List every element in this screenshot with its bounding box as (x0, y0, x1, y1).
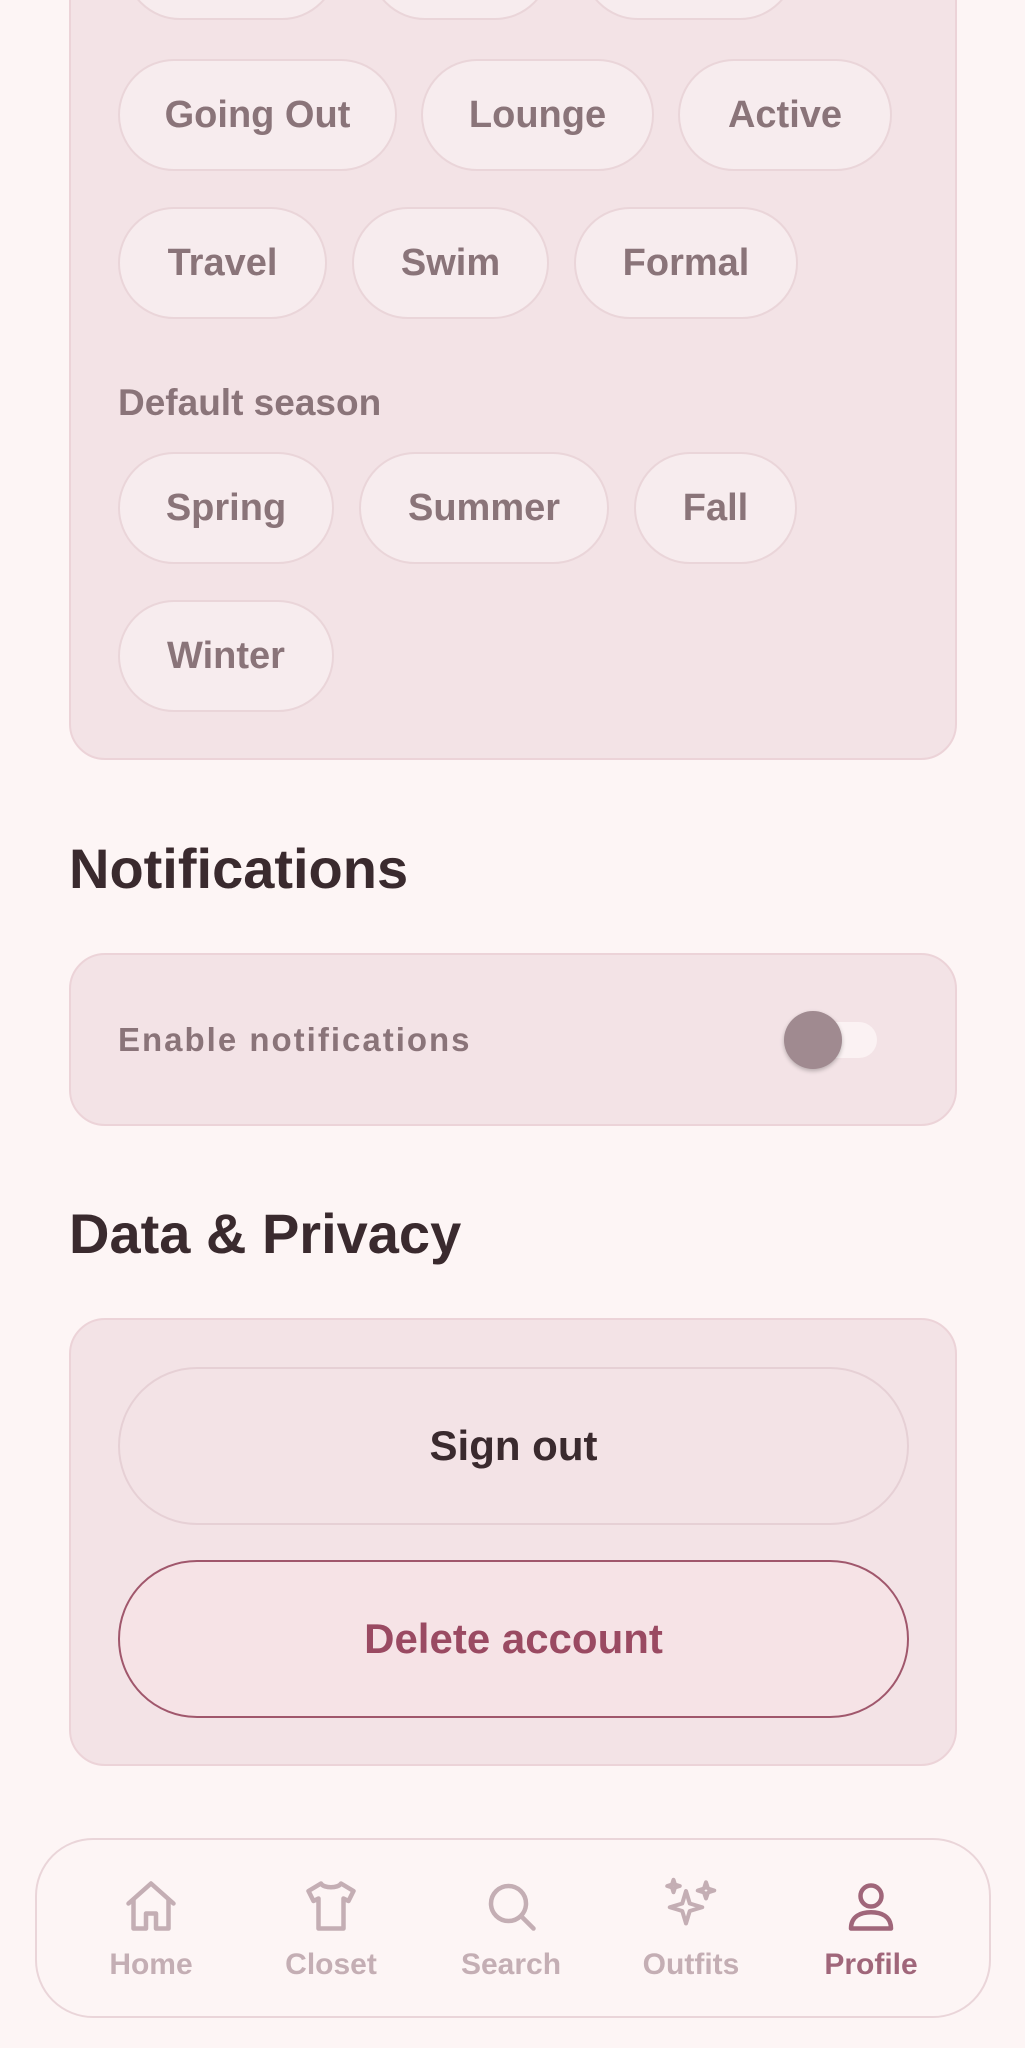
chip-fall[interactable]: Fall (634, 452, 797, 564)
chip-formal[interactable]: Formal (574, 207, 798, 319)
sparkles-icon (665, 1877, 717, 1926)
nav-profile[interactable]: Profile (791, 1876, 951, 2006)
shirt-icon (306, 1881, 356, 1931)
data-privacy-title: Data & Privacy (69, 1202, 462, 1265)
chip-swim[interactable]: Swim (352, 207, 549, 319)
chip-spring[interactable]: Spring (118, 452, 334, 564)
default-season-label: Default season (118, 382, 382, 423)
nav-outfits[interactable]: Outfits (611, 1876, 771, 2006)
chip-lounge[interactable]: Lounge (421, 59, 654, 171)
settings-screen: Going Out Lounge Active Travel Swim Form… (0, 0, 1025, 2048)
nav-closet-label: Closet (285, 1948, 377, 1981)
chip-going-out[interactable]: Going Out (118, 59, 397, 171)
nav-search-label: Search (460, 1948, 562, 1981)
nav-outfits-label: Outfits (642, 1948, 740, 1981)
nav-profile-label: Profile (824, 1948, 918, 1981)
bottom-navigation: Home Closet Search Outfits Profile (35, 1838, 991, 2018)
sign-out-button[interactable]: Sign out (118, 1367, 909, 1525)
chip-travel[interactable]: Travel (118, 207, 327, 319)
notifications-title: Notifications (69, 837, 409, 900)
chip-active[interactable]: Active (678, 59, 892, 171)
nav-home[interactable]: Home (71, 1876, 231, 2006)
search-icon (488, 1883, 536, 1931)
nav-search[interactable]: Search (431, 1876, 591, 2006)
home-icon (126, 1881, 176, 1931)
enable-notifications-label: Enable notifications (118, 1021, 472, 1058)
chip-summer[interactable]: Summer (359, 452, 609, 564)
nav-closet[interactable]: Closet (251, 1876, 411, 2006)
person-icon (848, 1883, 894, 1931)
delete-account-button[interactable]: Delete account (118, 1560, 909, 1718)
chip-winter[interactable]: Winter (118, 600, 334, 712)
nav-home-label: Home (109, 1948, 193, 1981)
notifications-toggle-thumb[interactable] (784, 1011, 842, 1069)
